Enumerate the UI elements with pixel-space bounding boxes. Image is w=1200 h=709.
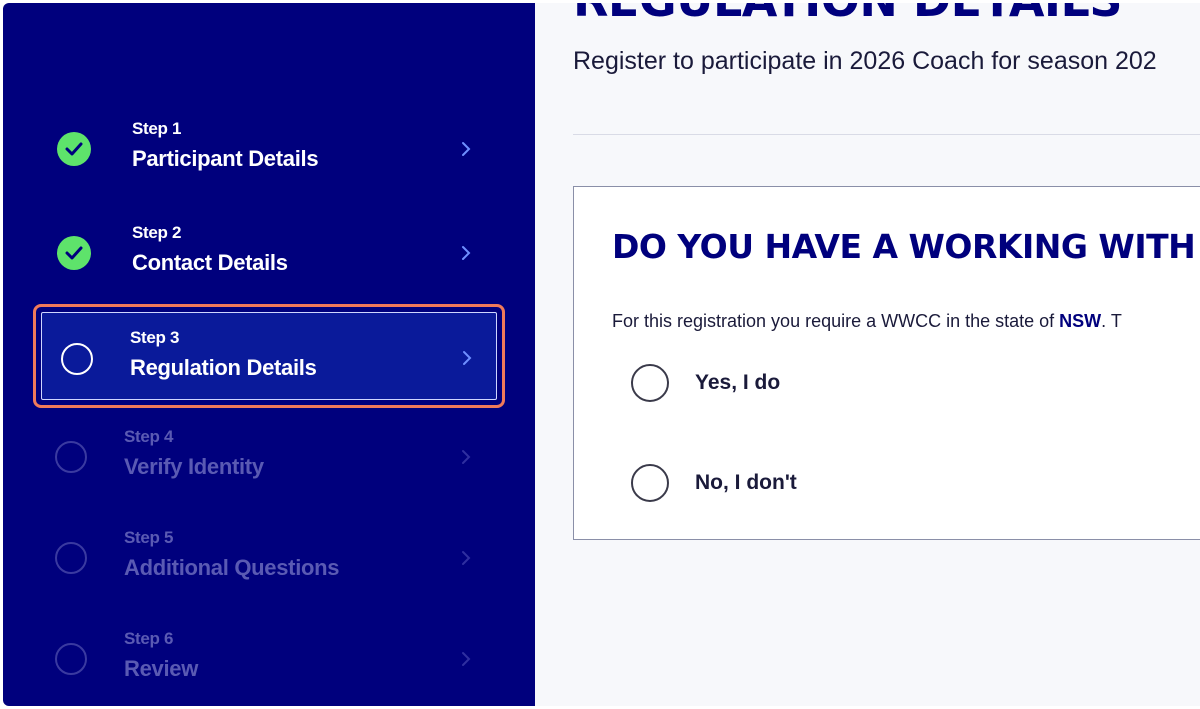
wwcc-question-card: DO YOU HAVE A WORKING WITH For this regi… <box>573 186 1200 540</box>
empty-circle-icon <box>55 441 87 473</box>
divider <box>573 134 1200 135</box>
empty-circle-icon <box>61 343 93 375</box>
check-circle-icon <box>57 236 91 270</box>
chevron-right-icon <box>462 246 471 260</box>
steps-sidebar: Step 1 Participant Details Step 2 Contac… <box>3 3 535 706</box>
registration-page: Step 1 Participant Details Step 2 Contac… <box>0 0 1200 709</box>
chevron-right-icon <box>462 551 471 565</box>
option-label: Yes, I do <box>695 371 781 394</box>
step-number: Step 6 <box>124 629 174 648</box>
radio-button-no[interactable] <box>631 464 669 502</box>
check-circle-icon <box>57 132 91 166</box>
radio-button-yes[interactable] <box>631 364 669 402</box>
step-3-regulation-details[interactable]: Step 3 Regulation Details <box>41 312 497 400</box>
step-number: Step 5 <box>124 528 174 547</box>
requirement-prefix: For this registration you require a WWCC… <box>612 311 1060 331</box>
empty-circle-icon <box>55 643 87 675</box>
step-number: Step 4 <box>124 427 174 446</box>
main-content: REGULATION DETAILS Register to participa… <box>535 3 1200 706</box>
step-title: Verify Identity <box>124 454 264 479</box>
step-title: Review <box>124 656 199 681</box>
chevron-right-icon <box>462 142 471 156</box>
step-title: Regulation Details <box>130 355 317 380</box>
step-5-additional-questions[interactable]: Step 5 Additional Questions <box>3 510 535 606</box>
step-title: Additional Questions <box>124 555 340 580</box>
requirement-text: For this registration you require a WWCC… <box>612 311 1122 332</box>
chevron-right-icon <box>462 652 471 666</box>
step-6-review[interactable]: Step 6 Review <box>3 611 535 706</box>
chevron-right-icon <box>463 351 472 365</box>
requirement-state: NSW <box>1059 311 1102 331</box>
step-4-verify-identity[interactable]: Step 4 Verify Identity <box>3 409 535 505</box>
requirement-suffix: . T <box>1101 311 1122 331</box>
empty-circle-icon <box>55 542 87 574</box>
page-title: REGULATION DETAILS <box>573 3 1122 27</box>
step-1-participant-details[interactable]: Step 1 Participant Details <box>3 101 535 197</box>
option-yes[interactable]: Yes, I do <box>631 364 931 404</box>
chevron-right-icon <box>462 450 471 464</box>
option-no[interactable]: No, I don't <box>631 464 931 504</box>
question-heading: DO YOU HAVE A WORKING WITH <box>612 227 1196 266</box>
option-label: No, I don't <box>695 471 797 494</box>
step-number: Step 3 <box>130 328 180 347</box>
step-number: Step 2 <box>132 223 182 242</box>
current-step-highlight: Step 3 Regulation Details <box>33 304 505 408</box>
step-title: Contact Details <box>132 250 288 275</box>
page-subtitle: Register to participate in 2026 Coach fo… <box>573 47 1157 75</box>
step-number: Step 1 <box>132 119 182 138</box>
step-2-contact-details[interactable]: Step 2 Contact Details <box>3 205 535 301</box>
step-title: Participant Details <box>132 146 319 171</box>
